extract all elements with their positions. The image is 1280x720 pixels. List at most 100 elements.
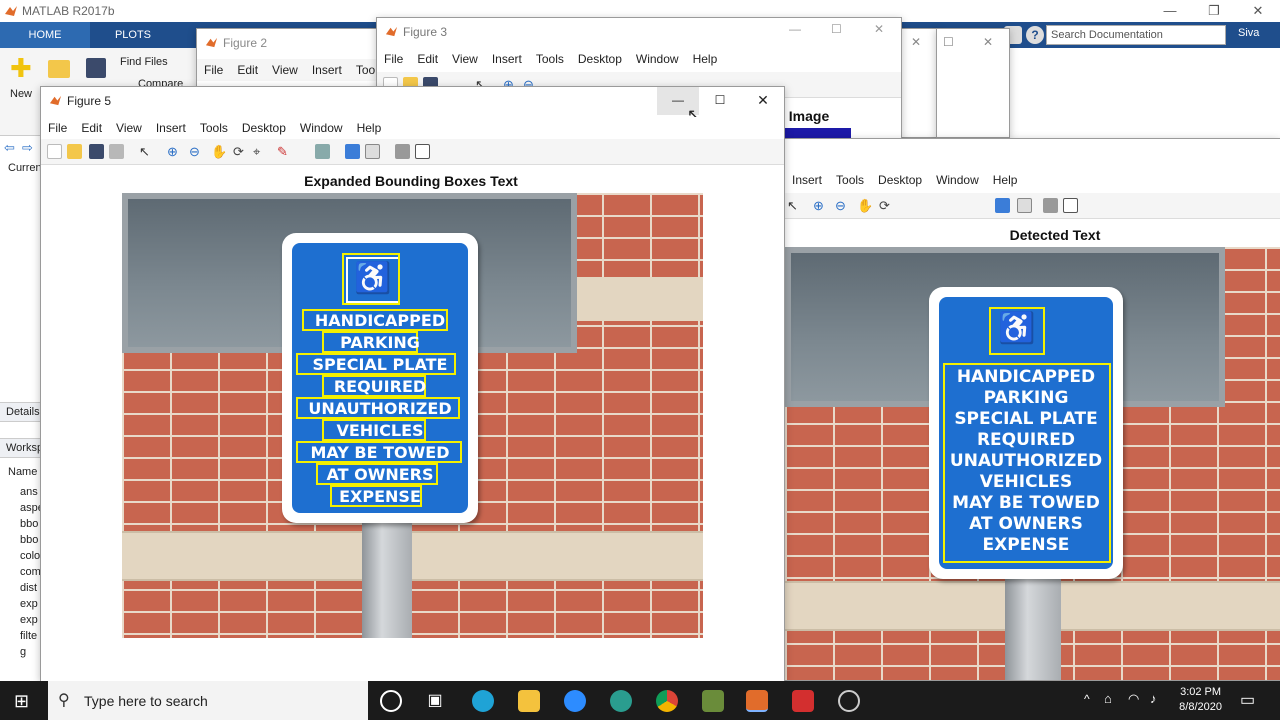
menu-desktop[interactable]: Desktop — [235, 117, 293, 139]
menu-insert[interactable]: Insert — [305, 59, 349, 81]
background-figure-window[interactable]: ☐ ✕ — [936, 28, 1010, 138]
search-documentation-input[interactable]: Search Documentation — [1046, 25, 1226, 45]
edge-icon[interactable] — [472, 690, 494, 712]
help-icon[interactable]: ? — [1026, 26, 1044, 44]
menu-tools[interactable]: Tools — [193, 117, 235, 139]
find-files-button[interactable]: Find Files — [120, 56, 168, 68]
chrome-icon[interactable] — [656, 690, 678, 712]
menu-desktop[interactable]: Desktop — [871, 169, 929, 191]
menu-window[interactable]: Window — [293, 117, 350, 139]
chevron-up-icon[interactable]: ^ — [1084, 692, 1090, 706]
back-arrow-icon[interactable]: ⇦ — [4, 140, 15, 156]
new-figure-icon[interactable] — [47, 144, 62, 159]
network-icon[interactable]: ⌂ — [1104, 691, 1112, 706]
pointer-icon[interactable]: ↖ — [787, 198, 802, 213]
menu-file[interactable]: File — [41, 117, 74, 139]
pointer-icon[interactable]: ↖ — [139, 144, 154, 159]
system-clock[interactable]: 3:02 PM 8/8/2020 — [1179, 685, 1222, 715]
user-menu[interactable]: Siva — [1238, 27, 1259, 39]
forward-arrow-icon[interactable]: ⇨ — [22, 140, 33, 156]
new-script-icon[interactable]: ✚ — [10, 55, 34, 81]
zoom-out-icon[interactable]: ⊖ — [835, 198, 850, 213]
rotate-icon[interactable]: ⟳ — [879, 198, 894, 213]
rotate-icon[interactable]: ⟳ — [233, 144, 248, 159]
minimize-icon[interactable]: — — [789, 22, 801, 36]
new-button[interactable]: New — [10, 88, 32, 100]
restore-button[interactable]: ❐ — [1192, 0, 1236, 22]
legend-icon[interactable] — [365, 144, 380, 159]
close-icon[interactable]: ✕ — [911, 35, 921, 49]
save-icon[interactable] — [89, 144, 104, 159]
link-plot-icon[interactable] — [315, 144, 330, 159]
pan-icon[interactable]: ✋ — [857, 198, 873, 213]
workspace-var[interactable]: ans — [20, 486, 38, 498]
menu-view[interactable]: View — [445, 48, 485, 70]
workspace-var[interactable]: g — [20, 646, 26, 658]
workspace-var[interactable]: bbo — [20, 518, 38, 530]
close-button[interactable]: ✕ — [1236, 0, 1280, 22]
app-icon[interactable] — [702, 690, 724, 712]
workspace-var[interactable]: exp — [20, 598, 38, 610]
windows-start-icon[interactable]: ⊞ — [14, 691, 34, 711]
zoom-in-icon[interactable]: ⊕ — [813, 198, 828, 213]
show-plot-tools-icon[interactable] — [415, 144, 430, 159]
tab-plots[interactable]: PLOTS — [90, 22, 176, 48]
show-plot-tools-icon[interactable] — [1063, 198, 1078, 213]
data-cursor-icon[interactable]: ⌖ — [253, 144, 268, 159]
menu-insert[interactable]: Insert — [485, 48, 529, 70]
menu-window[interactable]: Window — [629, 48, 686, 70]
acrobat-icon[interactable] — [792, 690, 814, 712]
menu-edit[interactable]: Edit — [74, 117, 109, 139]
background-figure-window[interactable]: ✕ — [896, 28, 940, 138]
matlab-icon[interactable] — [746, 690, 768, 712]
workspace-var[interactable]: filte — [20, 630, 37, 642]
menu-file[interactable]: File — [377, 48, 410, 70]
file-explorer-icon[interactable] — [518, 690, 540, 712]
details-label[interactable]: Details — [6, 406, 40, 418]
name-column-header[interactable]: Name — [8, 466, 37, 478]
hide-plot-tools-icon[interactable] — [395, 144, 410, 159]
zoom-in-icon[interactable]: ⊕ — [167, 144, 182, 159]
menu-edit[interactable]: Edit — [410, 48, 445, 70]
workspace-label[interactable]: Worksp — [6, 442, 43, 454]
task-view-icon[interactable]: ▣ — [424, 690, 446, 712]
workspace-var[interactable]: colo — [20, 550, 40, 562]
taskbar-search-box[interactable]: ⚲ Type here to search — [48, 681, 368, 720]
menu-tools[interactable]: Tools — [529, 48, 571, 70]
workspace-var[interactable]: com — [20, 566, 41, 578]
app-icon[interactable] — [610, 690, 632, 712]
detected-text-figure-window[interactable]: Insert Tools Desktop Window Help ↖ ⊕ ⊖ ✋ ⟳ D… — [784, 138, 1280, 681]
figure-5-window[interactable]: Figure 5 — ☐ ✕ ↖ File Edit View Insert Tools… — [40, 86, 785, 681]
wifi-icon[interactable]: ◠ — [1128, 691, 1139, 707]
maximize-icon[interactable]: ☐ — [943, 35, 954, 49]
close-button[interactable]: ✕ — [741, 87, 784, 115]
pan-icon[interactable]: ✋ — [211, 144, 227, 159]
menu-help[interactable]: Help — [686, 48, 725, 70]
minimize-button[interactable]: — — [1148, 0, 1192, 22]
menu-help[interactable]: Help — [986, 169, 1025, 191]
menu-window[interactable]: Window — [929, 169, 986, 191]
open-icon[interactable] — [67, 144, 82, 159]
colorbar-icon[interactable] — [345, 144, 360, 159]
workspace-var[interactable]: exp — [20, 614, 38, 626]
menu-desktop[interactable]: Desktop — [571, 48, 629, 70]
workspace-var[interactable]: bbo — [20, 534, 38, 546]
maximize-icon[interactable]: ☐ — [831, 22, 842, 36]
obs-icon[interactable] — [838, 690, 860, 712]
legend-icon[interactable] — [1017, 198, 1032, 213]
menu-insert[interactable]: Insert — [149, 117, 193, 139]
menu-insert[interactable]: Insert — [785, 169, 829, 191]
notification-icon[interactable]: ▭ — [1240, 690, 1255, 710]
menu-tools[interactable]: Tools — [829, 169, 871, 191]
open-folder-icon[interactable] — [48, 60, 70, 78]
hide-plot-tools-icon[interactable] — [1043, 198, 1058, 213]
close-icon[interactable]: ✕ — [874, 22, 884, 36]
tab-home[interactable]: HOME — [0, 22, 90, 48]
menu-file[interactable]: File — [197, 59, 230, 81]
menu-view[interactable]: View — [109, 117, 149, 139]
zoom-icon[interactable] — [564, 690, 586, 712]
zoom-out-icon[interactable]: ⊖ — [189, 144, 204, 159]
menu-view[interactable]: View — [265, 59, 305, 81]
cortana-icon[interactable] — [380, 690, 402, 712]
maximize-button[interactable]: ☐ — [699, 87, 741, 115]
